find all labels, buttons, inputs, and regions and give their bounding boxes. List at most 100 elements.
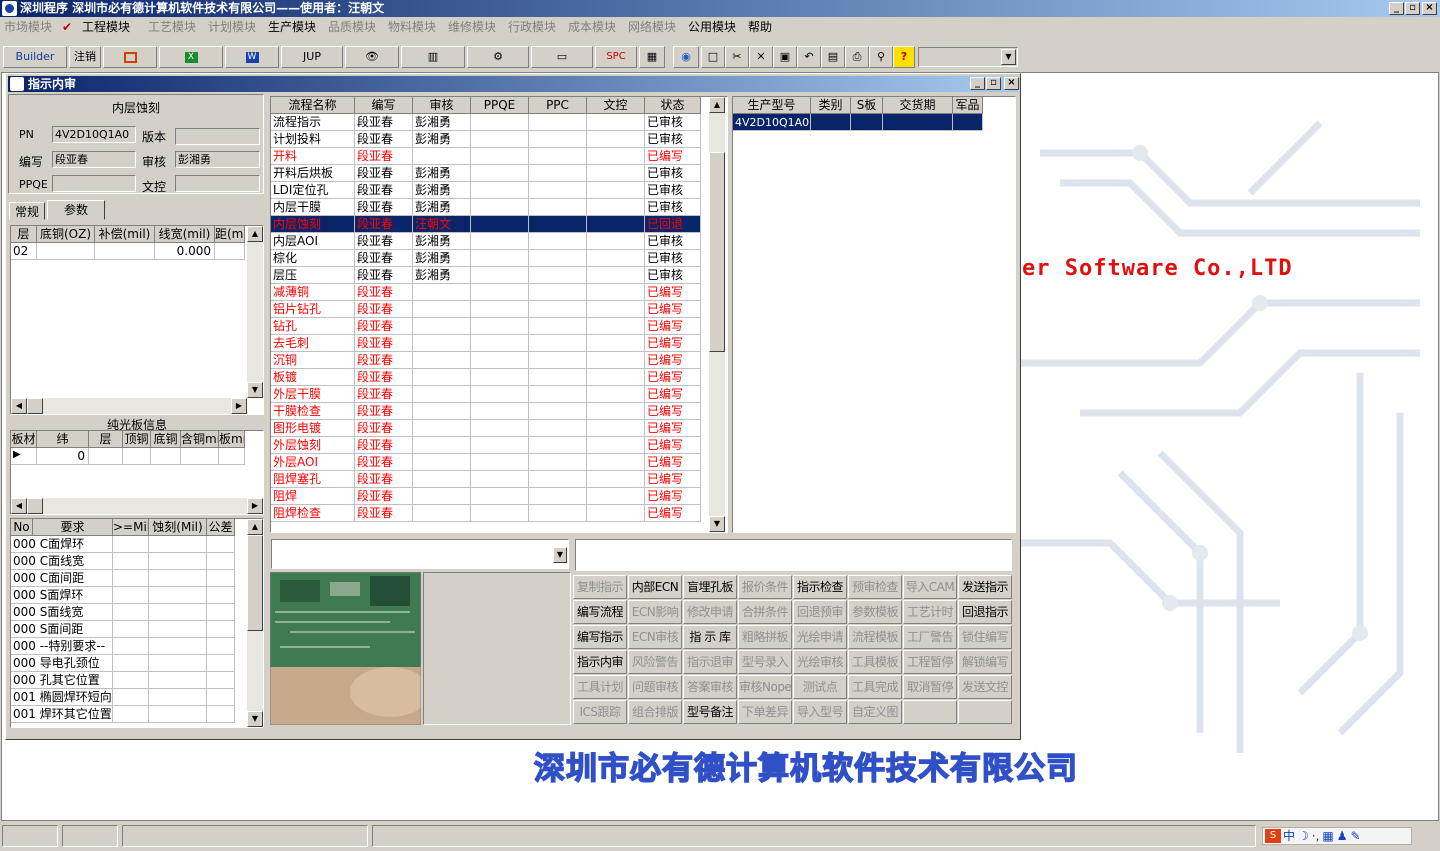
action-button[interactable]: 编写指示 bbox=[573, 625, 627, 649]
flow-row[interactable]: 阻焊 段亚春 已编写 bbox=[271, 488, 701, 505]
powerpoint-icon[interactable] bbox=[103, 46, 157, 68]
action-button[interactable]: ECN审核 bbox=[628, 625, 682, 649]
action-button[interactable]: 修改申请 bbox=[683, 600, 737, 624]
undo-icon[interactable]: ↶ bbox=[797, 46, 821, 68]
table-cell[interactable] bbox=[587, 233, 645, 250]
action-button[interactable]: 光绘申请 bbox=[793, 625, 847, 649]
table-cell[interactable] bbox=[113, 570, 149, 587]
table-cell[interactable] bbox=[471, 284, 529, 301]
table-cell[interactable] bbox=[953, 114, 983, 131]
vscroll-thumb[interactable] bbox=[247, 535, 263, 631]
flow-row[interactable]: 外层干膜 段亚春 已编写 bbox=[271, 386, 701, 403]
table-cell[interactable]: 外层干膜 bbox=[271, 386, 355, 403]
table-cell[interactable] bbox=[587, 301, 645, 318]
table-cell[interactable] bbox=[413, 403, 471, 420]
action-button[interactable]: 参数模板 bbox=[848, 600, 902, 624]
table-cell[interactable] bbox=[529, 437, 587, 454]
flow-row[interactable]: 减薄铜 段亚春 已编写 bbox=[271, 284, 701, 301]
table-cell[interactable]: 内层AOI bbox=[271, 233, 355, 250]
table-cell[interactable] bbox=[207, 672, 235, 689]
table-cell[interactable]: 汪朝文 bbox=[413, 216, 471, 233]
scroll-up-icon[interactable]: ▲ bbox=[247, 226, 263, 242]
param-vscroll[interactable]: ▲ ▼ bbox=[247, 226, 263, 398]
table-cell[interactable] bbox=[471, 386, 529, 403]
table-cell[interactable] bbox=[587, 267, 645, 284]
action-button[interactable]: 工具完成 bbox=[848, 675, 902, 699]
table-cell[interactable] bbox=[113, 672, 149, 689]
table-cell[interactable]: 已审核 bbox=[645, 114, 701, 131]
table-cell[interactable] bbox=[113, 536, 149, 553]
table-cell[interactable]: 000 孔其它位置 bbox=[11, 672, 113, 689]
cut-icon[interactable]: ✂ bbox=[725, 46, 749, 68]
grid-header[interactable]: >=Mil bbox=[113, 519, 149, 536]
table-cell[interactable] bbox=[413, 352, 471, 369]
wrench-icon[interactable]: ✎ bbox=[1351, 829, 1361, 843]
menu-item[interactable]: 公用模块 bbox=[688, 17, 736, 37]
action-button[interactable]: 自定义图 bbox=[848, 700, 902, 724]
table-cell[interactable] bbox=[149, 689, 207, 706]
tab-params[interactable]: 参数 bbox=[47, 200, 105, 220]
action-button[interactable]: 预审检查 bbox=[848, 575, 902, 599]
flow-row[interactable]: 流程指示 段亚春 彭湘勇 已审核 bbox=[271, 114, 701, 131]
table-cell[interactable] bbox=[113, 553, 149, 570]
table-cell[interactable] bbox=[529, 199, 587, 216]
toolbar-combo[interactable]: ▼ bbox=[918, 47, 1018, 67]
table-row[interactable]: 000 --特别要求-- bbox=[11, 638, 235, 655]
flow-row[interactable]: LDI定位孔 段亚春 彭湘勇 已审核 bbox=[271, 182, 701, 199]
table-cell[interactable] bbox=[471, 216, 529, 233]
table-cell[interactable] bbox=[413, 471, 471, 488]
table-cell[interactable] bbox=[471, 369, 529, 386]
save-icon[interactable]: ▣ bbox=[773, 46, 797, 68]
table-cell[interactable] bbox=[219, 448, 245, 465]
scroll-right-icon[interactable]: ▶ bbox=[247, 498, 263, 514]
scroll-down-icon[interactable]: ▼ bbox=[247, 711, 263, 727]
note-textbox[interactable] bbox=[575, 539, 1012, 571]
table-cell[interactable]: 02 bbox=[11, 243, 37, 260]
table-cell[interactable] bbox=[587, 284, 645, 301]
table-cell[interactable] bbox=[529, 216, 587, 233]
table-cell[interactable]: 干膜检查 bbox=[271, 403, 355, 420]
table-cell[interactable] bbox=[529, 488, 587, 505]
table-cell[interactable]: 图形电镀 bbox=[271, 420, 355, 437]
chevron-down-icon[interactable]: ▼ bbox=[553, 547, 567, 563]
child-minimize-icon[interactable]: _ bbox=[970, 77, 985, 90]
table-cell[interactable]: 板镀 bbox=[271, 369, 355, 386]
dc-field[interactable] bbox=[175, 175, 260, 192]
table-cell[interactable]: 000 C面焊环 bbox=[11, 536, 113, 553]
table-cell[interactable]: 已编写 bbox=[645, 148, 701, 165]
action-button[interactable]: 指示检查 bbox=[793, 575, 847, 599]
table-cell[interactable]: 已审核 bbox=[645, 182, 701, 199]
table-cell[interactable] bbox=[471, 437, 529, 454]
action-button[interactable]: 导入CAM bbox=[903, 575, 957, 599]
grid-header[interactable]: 板材 bbox=[11, 431, 37, 448]
table-cell[interactable] bbox=[587, 403, 645, 420]
table-cell[interactable] bbox=[207, 587, 235, 604]
table-cell[interactable] bbox=[413, 301, 471, 318]
table-row[interactable]: 001 焊环其它位置 bbox=[11, 706, 235, 723]
flow-row[interactable]: 内层AOI 段亚春 彭湘勇 已审核 bbox=[271, 233, 701, 250]
table-cell[interactable]: 已编写 bbox=[645, 284, 701, 301]
table-cell[interactable] bbox=[587, 165, 645, 182]
table-cell[interactable] bbox=[471, 165, 529, 182]
table-cell[interactable]: 已编写 bbox=[645, 403, 701, 420]
action-button[interactable]: 光绘审核 bbox=[793, 650, 847, 674]
ime-toolbar[interactable]: S 中 ☽ ·, ▦ ♟ ✎ bbox=[1262, 827, 1412, 845]
table-cell[interactable] bbox=[529, 301, 587, 318]
menu-item[interactable]: 工艺模块 bbox=[148, 17, 196, 37]
table-cell[interactable] bbox=[529, 284, 587, 301]
table-cell[interactable]: 000 C面间距 bbox=[11, 570, 113, 587]
table-cell[interactable] bbox=[413, 386, 471, 403]
table-row[interactable]: 000 C面间距 bbox=[11, 570, 235, 587]
table-cell[interactable]: 001 椭圆焊环短向 bbox=[11, 689, 113, 706]
table-cell[interactable] bbox=[89, 448, 123, 465]
table-cell[interactable]: 4V2D10Q1A0 bbox=[733, 114, 811, 131]
grid-header[interactable]: 纬 bbox=[37, 431, 89, 448]
table-row[interactable]: 02 0.000 bbox=[11, 243, 245, 260]
table-cell[interactable]: 段亚春 bbox=[355, 114, 413, 131]
table-cell[interactable] bbox=[529, 454, 587, 471]
table-cell[interactable]: 段亚春 bbox=[355, 131, 413, 148]
table-cell[interactable] bbox=[587, 352, 645, 369]
action-button[interactable]: 粗略拼板 bbox=[738, 625, 792, 649]
vscroll-thumb[interactable] bbox=[709, 152, 725, 352]
action-button[interactable]: 编写流程 bbox=[573, 600, 627, 624]
